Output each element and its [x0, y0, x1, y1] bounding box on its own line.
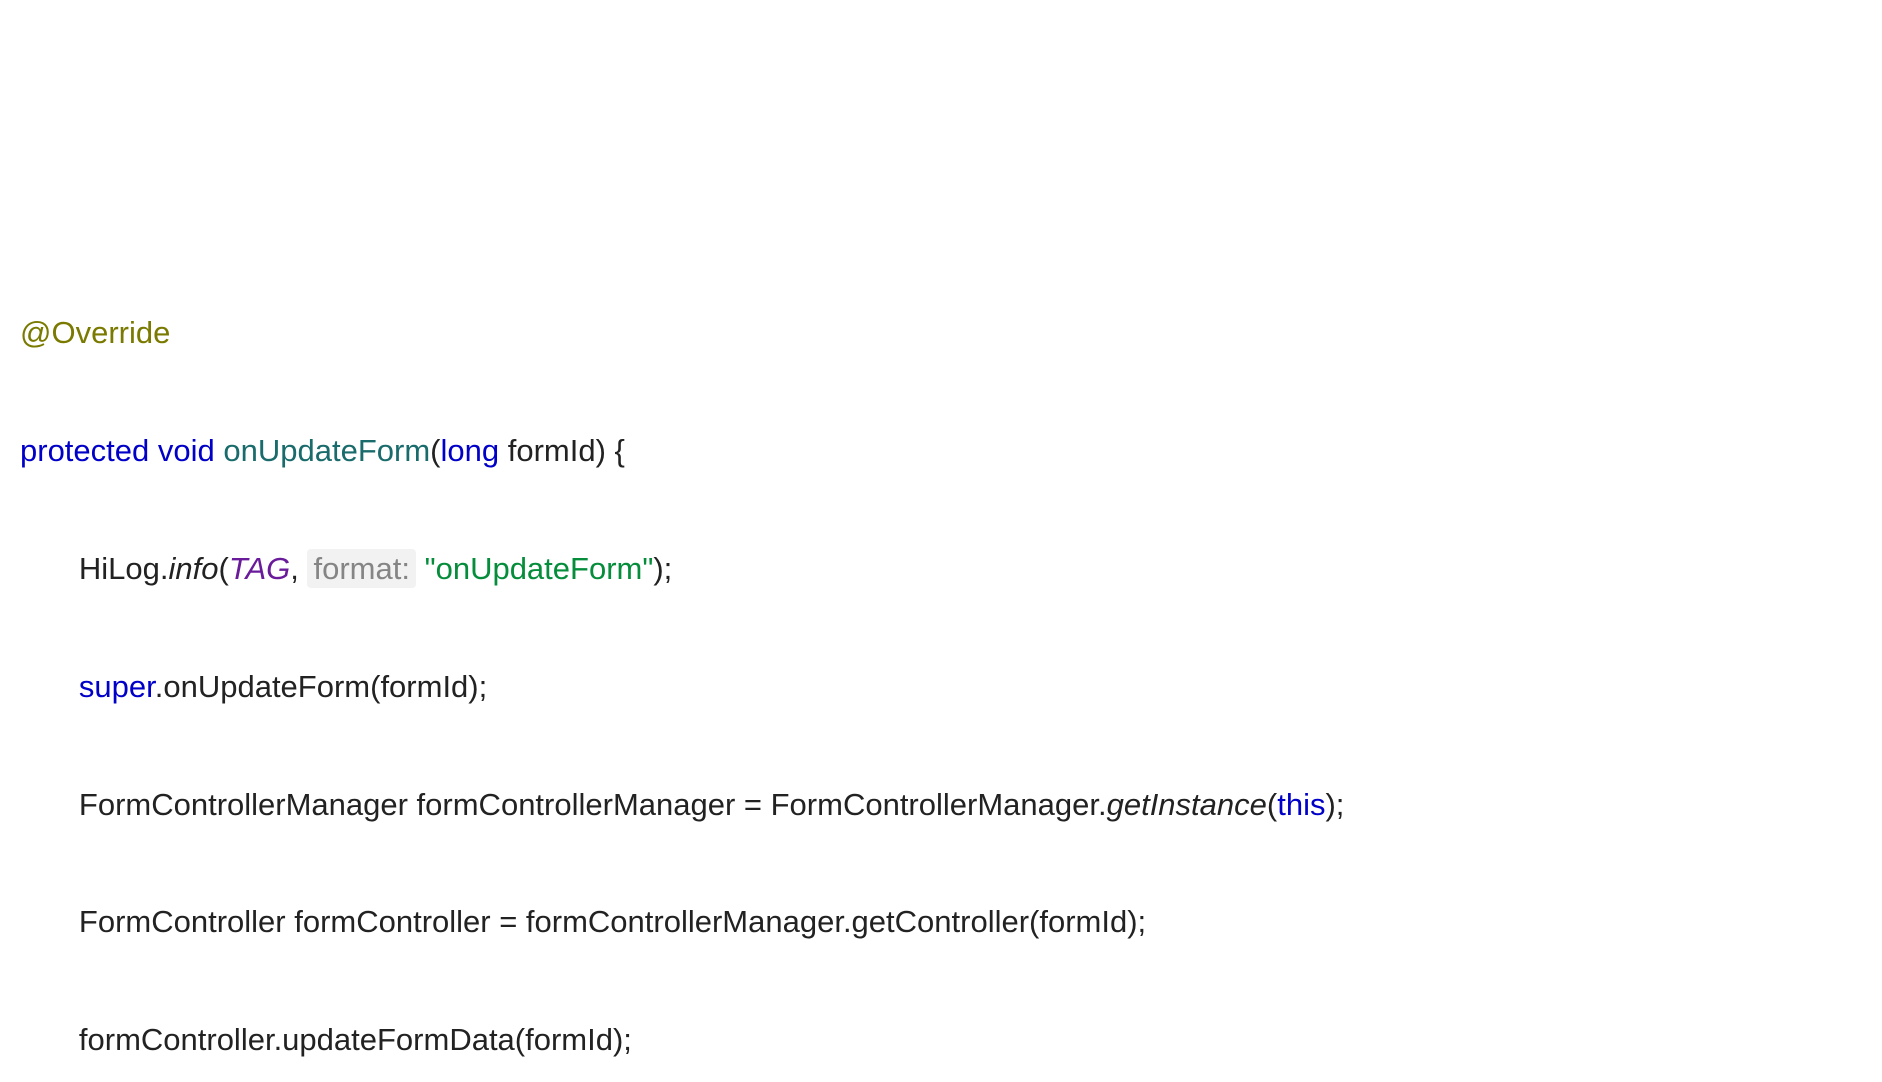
keyword-super: super	[79, 669, 155, 704]
code-line-6: FormController formController = formCont…	[20, 893, 1862, 952]
code-line-1: @Override	[20, 304, 1862, 363]
paren-close: );	[653, 551, 672, 586]
static-method-info: info	[169, 551, 219, 586]
keyword-this: this	[1277, 787, 1325, 822]
keyword-protected: protected	[20, 433, 149, 468]
code-line-4: super.onUpdateForm(formId);	[20, 658, 1862, 717]
static-field-tag: TAG	[229, 551, 290, 586]
paren-open: (	[430, 433, 440, 468]
keyword-void: void	[158, 433, 215, 468]
code-line-7: formController.updateFormData(formId);	[20, 1011, 1862, 1070]
super-call-rest: .onUpdateForm(formId);	[155, 669, 488, 704]
inlay-hint-format: format:	[307, 549, 415, 588]
paren-close: );	[1325, 787, 1344, 822]
code-block: @Override protected void onUpdateForm(lo…	[20, 246, 1862, 1082]
update-call: formController.updateFormData(formId);	[79, 1022, 632, 1057]
param-formid: formId) {	[499, 433, 625, 468]
static-method-getinstance: getInstance	[1107, 787, 1267, 822]
space	[416, 551, 425, 586]
hilog-prefix: HiLog.	[79, 551, 169, 586]
paren-open: (	[1267, 787, 1277, 822]
annotation-override: @Override	[20, 315, 170, 350]
paren-open: (	[218, 551, 228, 586]
method-name: onUpdateForm	[223, 433, 430, 468]
keyword-long: long	[441, 433, 500, 468]
string-literal: "onUpdateForm"	[425, 551, 654, 586]
manager-decl: FormControllerManager formControllerMana…	[79, 787, 1107, 822]
code-line-5: FormControllerManager formControllerMana…	[20, 776, 1862, 835]
controller-decl: FormController formController = formCont…	[79, 904, 1146, 939]
comma: ,	[290, 551, 307, 586]
code-line-3: HiLog.info(TAG, format: "onUpdateForm");	[20, 540, 1862, 599]
code-line-2: protected void onUpdateForm(long formId)…	[20, 422, 1862, 481]
